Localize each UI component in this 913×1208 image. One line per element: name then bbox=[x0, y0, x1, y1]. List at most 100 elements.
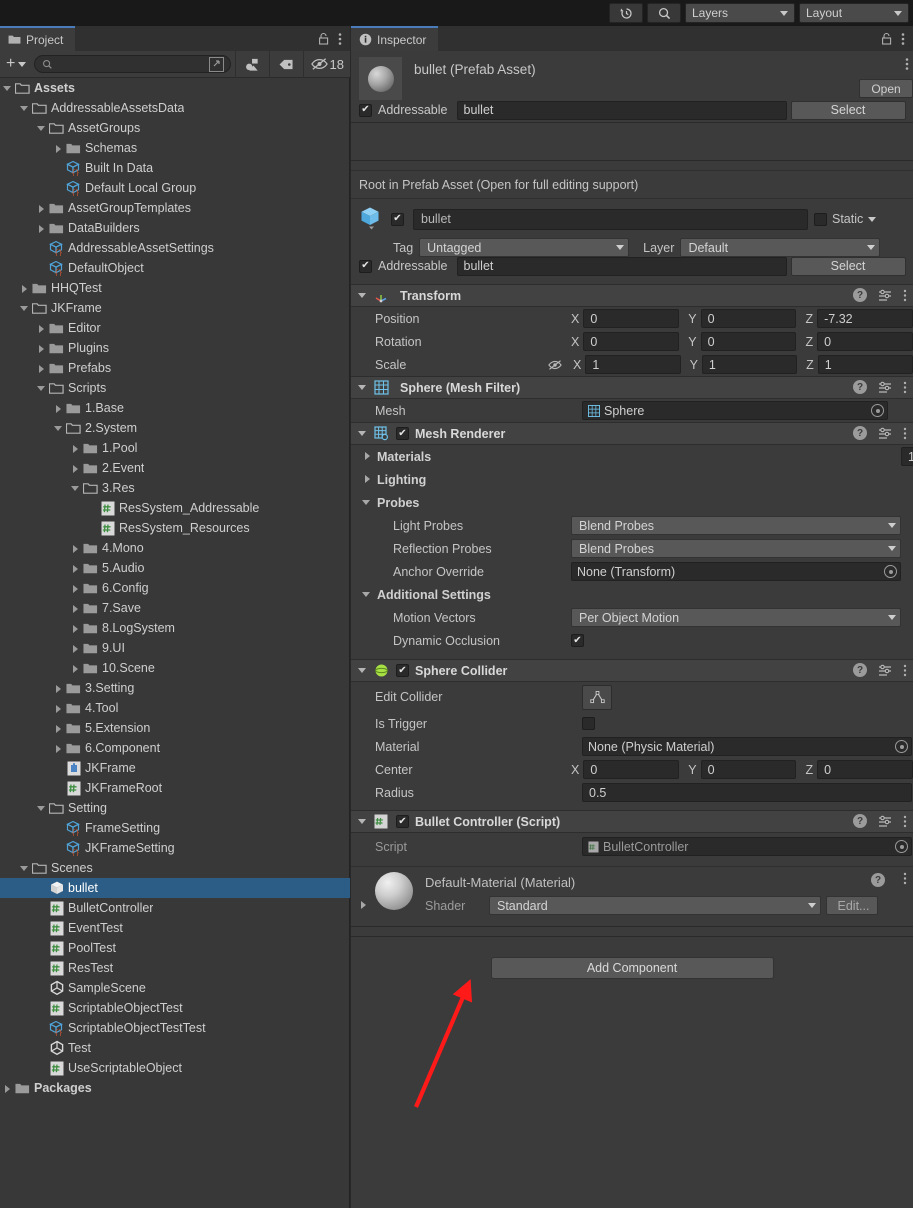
gameobject-enabled-checkbox[interactable] bbox=[391, 212, 404, 226]
foldout-icon[interactable] bbox=[70, 643, 81, 654]
kebab-menu-icon[interactable] bbox=[903, 815, 907, 828]
object-picker-icon[interactable] bbox=[895, 740, 908, 753]
foldout-icon[interactable] bbox=[70, 603, 81, 614]
tree-item[interactable]: ResTest bbox=[0, 958, 350, 978]
tree-item[interactable]: JKFrameRoot bbox=[0, 778, 350, 798]
project-asset-tree[interactable]: Assets AddressableAssetsData AssetGroups Sc… bbox=[0, 78, 350, 1208]
tree-item[interactable]: Schemas bbox=[0, 138, 350, 158]
foldout-icon[interactable] bbox=[70, 543, 81, 554]
foldout-icon[interactable] bbox=[361, 588, 374, 601]
script-object-field[interactable]: BulletController bbox=[582, 837, 912, 856]
kebab-menu-icon[interactable] bbox=[901, 32, 905, 46]
position-z-input[interactable]: -7.32 bbox=[817, 309, 913, 328]
tree-item[interactable]: 9.UI bbox=[0, 638, 350, 658]
foldout-icon[interactable] bbox=[357, 664, 370, 677]
position-x-input[interactable]: 0 bbox=[583, 309, 680, 328]
help-icon[interactable]: ? bbox=[853, 663, 867, 677]
tree-item[interactable]: Prefabs bbox=[0, 358, 350, 378]
light-probes-dropdown[interactable]: Blend Probes bbox=[571, 516, 901, 535]
tree-item[interactable]: 6.Config bbox=[0, 578, 350, 598]
mesh-object-field[interactable]: Sphere bbox=[582, 401, 888, 420]
foldout-icon[interactable] bbox=[53, 403, 64, 414]
search-icon-button[interactable] bbox=[647, 3, 681, 23]
history-icon-button[interactable] bbox=[609, 3, 643, 23]
tree-item[interactable]: 1.Pool bbox=[0, 438, 350, 458]
tree-item[interactable]: DataBuilders bbox=[0, 218, 350, 238]
lock-icon[interactable] bbox=[318, 32, 329, 45]
tree-item[interactable]: Packages bbox=[0, 1078, 350, 1098]
foldout-icon[interactable] bbox=[70, 583, 81, 594]
open-prefab-button[interactable]: Open bbox=[859, 79, 913, 98]
tree-item[interactable]: SampleScene bbox=[0, 978, 350, 998]
preset-icon[interactable] bbox=[878, 814, 892, 828]
kebab-menu-icon[interactable] bbox=[903, 872, 907, 885]
foldout-icon[interactable] bbox=[19, 303, 30, 314]
kebab-menu-icon[interactable] bbox=[903, 427, 907, 440]
tree-item[interactable]: 7.Save bbox=[0, 598, 350, 618]
kebab-menu-icon[interactable] bbox=[903, 289, 907, 302]
foldout-icon[interactable] bbox=[357, 289, 370, 302]
rotation-z-input[interactable]: 0 bbox=[817, 332, 913, 351]
layer-dropdown[interactable]: Default bbox=[680, 238, 881, 257]
shader-edit-button[interactable]: Edit... bbox=[826, 896, 878, 915]
tree-item[interactable]: {} Default Local Group bbox=[0, 178, 350, 198]
rotation-x-input[interactable]: 0 bbox=[583, 332, 680, 351]
project-search[interactable] bbox=[34, 55, 231, 73]
tree-item[interactable]: 4.Mono bbox=[0, 538, 350, 558]
component-header-mesh-filter[interactable]: Sphere (Mesh Filter) ? bbox=[351, 376, 913, 399]
lighting-foldout-row[interactable]: Lighting bbox=[351, 468, 913, 491]
scale-x-input[interactable]: 1 bbox=[585, 355, 681, 374]
collider-center-x-input[interactable]: 0 bbox=[583, 760, 680, 779]
position-y-input[interactable]: 0 bbox=[700, 309, 797, 328]
kebab-menu-icon[interactable] bbox=[903, 664, 907, 677]
foldout-icon[interactable] bbox=[70, 563, 81, 574]
lock-icon[interactable] bbox=[881, 32, 892, 45]
tree-item[interactable]: {} AddressableAssetSettings bbox=[0, 238, 350, 258]
label-tag-icon[interactable] bbox=[270, 51, 303, 78]
tab-inspector[interactable]: Inspector bbox=[351, 26, 439, 51]
asset-filter-icon[interactable] bbox=[236, 51, 269, 78]
foldout-icon[interactable] bbox=[36, 343, 47, 354]
tree-item[interactable]: Scenes bbox=[0, 858, 350, 878]
anchor-override-object-field[interactable]: None (Transform) bbox=[571, 562, 901, 581]
component-header-bullet-controller[interactable]: Bullet Controller (Script) ? bbox=[351, 810, 913, 833]
gameobject-addressable-select-button[interactable]: Select bbox=[790, 256, 906, 276]
materials-count-input[interactable]: 1 bbox=[901, 447, 913, 466]
tree-item[interactable]: {} JKFrameSetting bbox=[0, 838, 350, 858]
is-trigger-checkbox[interactable] bbox=[582, 717, 595, 730]
tree-item[interactable]: 3.Setting bbox=[0, 678, 350, 698]
foldout-icon[interactable] bbox=[53, 703, 64, 714]
help-icon[interactable]: ? bbox=[853, 426, 867, 440]
tree-item-selected[interactable]: bullet bbox=[0, 878, 350, 898]
add-component-button[interactable]: Add Component bbox=[490, 957, 774, 979]
tree-item[interactable]: 2.System bbox=[0, 418, 350, 438]
scale-y-input[interactable]: 1 bbox=[701, 355, 798, 374]
foldout-icon[interactable] bbox=[36, 223, 47, 234]
help-icon[interactable]: ? bbox=[853, 380, 867, 394]
tree-item[interactable]: {} DefaultObject bbox=[0, 258, 350, 278]
layout-dropdown[interactable]: Layout bbox=[799, 3, 909, 23]
collider-center-z-input[interactable]: 0 bbox=[817, 760, 913, 779]
gameobject-addressable-checkbox[interactable] bbox=[359, 259, 372, 273]
tree-item[interactable]: UseScriptableObject bbox=[0, 1058, 350, 1078]
tree-item[interactable]: ResSystem_Resources bbox=[0, 518, 350, 538]
tree-item[interactable]: Editor bbox=[0, 318, 350, 338]
chevron-down-icon[interactable] bbox=[868, 216, 877, 222]
foldout-icon[interactable] bbox=[19, 283, 30, 294]
tree-item[interactable]: 5.Audio bbox=[0, 558, 350, 578]
preset-icon[interactable] bbox=[878, 380, 892, 394]
tree-item[interactable]: Assets bbox=[0, 78, 350, 98]
tree-item[interactable]: Plugins bbox=[0, 338, 350, 358]
kebab-menu-icon[interactable] bbox=[338, 32, 342, 46]
tree-item[interactable]: {} FrameSetting bbox=[0, 818, 350, 838]
motion-vectors-dropdown[interactable]: Per Object Motion bbox=[571, 608, 901, 627]
collider-radius-input[interactable]: 0.5 bbox=[582, 783, 912, 802]
tree-item[interactable]: ScriptableObjectTest bbox=[0, 998, 350, 1018]
foldout-icon[interactable] bbox=[357, 815, 370, 828]
foldout-icon[interactable] bbox=[19, 863, 30, 874]
tree-item[interactable]: HHQTest bbox=[0, 278, 350, 298]
search-expand-icon[interactable] bbox=[208, 56, 224, 72]
tree-item[interactable]: 4.Tool bbox=[0, 698, 350, 718]
scale-z-input[interactable]: 1 bbox=[817, 355, 913, 374]
tab-project[interactable]: Project bbox=[0, 26, 76, 51]
